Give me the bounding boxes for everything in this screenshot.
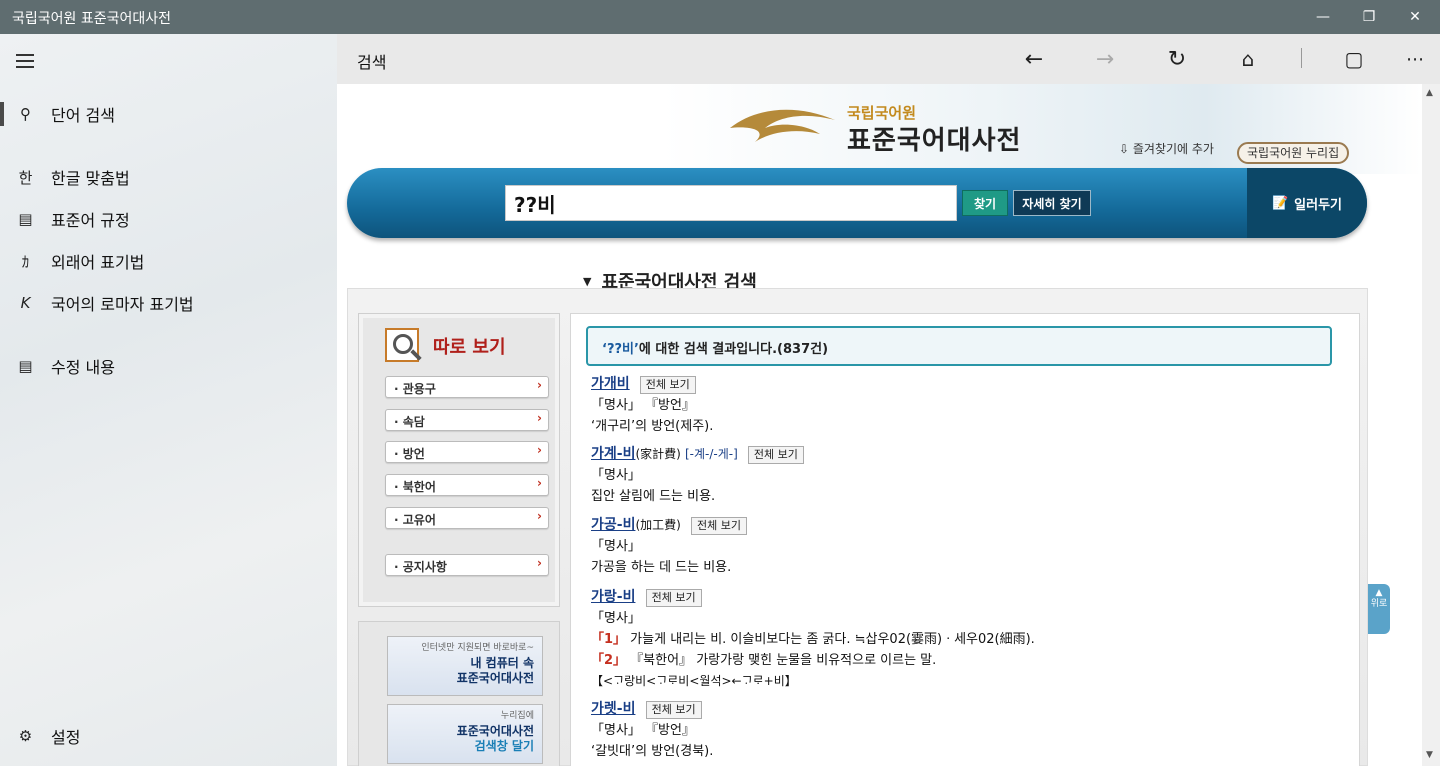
home-icon[interactable]: ⌂ xyxy=(1230,44,1266,74)
headword-link[interactable]: 가렛-비 xyxy=(591,701,635,717)
separator xyxy=(1301,48,1302,68)
web-content: 국립국어원 표준국어대사전 ⇩ 즐겨찾기에 추가 국립국어원 누리집 찾기 자세… xyxy=(337,84,1422,766)
scroll-down-icon[interactable]: ▼ xyxy=(1426,750,1433,760)
side-item-north-korean[interactable]: · 북한어 xyxy=(385,474,549,496)
sidebar-item-loanword[interactable]: ｶ 외래어 표기법 xyxy=(0,241,337,281)
sidebar-item-label: 한글 맞춤법 xyxy=(51,169,130,188)
logo-swirl-icon xyxy=(730,109,835,142)
full-view-button[interactable]: 전체 보기 xyxy=(645,589,702,607)
full-view-button[interactable]: 전체 보기 xyxy=(645,701,702,719)
magnifier-document-icon xyxy=(383,326,427,366)
hangul-icon: 한 xyxy=(18,168,33,187)
full-view-button[interactable]: 전체 보기 xyxy=(690,517,747,535)
offline-dictionary-banner[interactable]: 인터넷만 지원되면 바로바로~ 내 컴퓨터 속 표준국어대사전 xyxy=(387,636,543,696)
side-item-notice[interactable]: · 공지사항 xyxy=(385,554,549,576)
banner-panel: 인터넷만 지원되면 바로바로~ 내 컴퓨터 속 표준국어대사전 누리집에 표준국… xyxy=(358,621,560,766)
page-title: 검색 xyxy=(357,53,387,72)
book-icon: ▤ xyxy=(18,210,33,228)
sidebar-item-label: 표준어 규정 xyxy=(51,211,130,230)
results-panel: ‘??비’에 대한 검색 결과입니다.(837건) 가개비 전체 보기 「명사」… xyxy=(570,313,1360,766)
guide-button[interactable]: 📝 일러두기 xyxy=(1247,168,1367,238)
katakana-icon: ｶ xyxy=(21,252,30,271)
back-to-top-button[interactable]: ▲ 위로 xyxy=(1368,584,1390,634)
sidebar-item-hangul-spelling[interactable]: 한 한글 맞춤법 xyxy=(0,157,337,197)
results-summary: ‘??비’에 대한 검색 결과입니다.(837건) xyxy=(586,326,1332,366)
sidebar-item-label: 단어 검색 xyxy=(51,106,115,125)
site-header: 국립국어원 표준국어대사전 ⇩ 즐겨찾기에 추가 국립국어원 누리집 xyxy=(337,84,1422,174)
scroll-up-icon[interactable]: ▲ xyxy=(1426,88,1433,98)
minimize-button[interactable]: — xyxy=(1300,0,1346,34)
restore-button[interactable]: ❐ xyxy=(1346,0,1392,34)
sidebar-item-word-search[interactable]: ⚲ 단어 검색 xyxy=(0,94,337,134)
edit-doc-icon: ▤ xyxy=(18,357,33,375)
result-entry: 가공-비(加工費) 전체 보기 「명사」 가공을 하는 데 드는 비용. xyxy=(591,515,747,578)
result-entry: 가렛-비 전체 보기 「명사」 『방언』 ‘갈빗대’의 방언(경북). xyxy=(591,701,714,759)
close-button[interactable]: ✕ xyxy=(1392,0,1438,34)
search-bar: 찾기 자세히 찾기 📝 일러두기 xyxy=(347,168,1367,238)
advanced-search-button[interactable]: 자세히 찾기 xyxy=(1013,190,1091,216)
tab-view-icon[interactable]: ▢ xyxy=(1336,44,1372,74)
sidebar-item-revisions[interactable]: ▤ 수정 내용 xyxy=(0,346,337,386)
roman-k-icon: K xyxy=(20,294,31,312)
side-item-dialect[interactable]: · 방언 xyxy=(385,441,549,463)
side-item-idiom[interactable]: · 관용구 xyxy=(385,376,549,398)
headword-link[interactable]: 가계-비 xyxy=(591,446,635,462)
side-view-header: 따로 보기 xyxy=(383,326,506,366)
sidebar-item-label: 설정 xyxy=(51,728,81,747)
result-entry: 가개비 전체 보기 「명사」 『방언』 ‘개구리’의 방언(제주). xyxy=(591,376,714,434)
app-sidebar: ⚲ 단어 검색 한 한글 맞춤법 ▤ 표준어 규정 ｶ 외래어 표기법 K 국어… xyxy=(0,34,337,766)
chevron-up-icon: ▲ xyxy=(1375,588,1383,598)
forward-arrow-icon[interactable]: → xyxy=(1087,44,1123,74)
note-icon: 📝 xyxy=(1271,195,1289,211)
vertical-scrollbar[interactable]: ▲ ▼ xyxy=(1422,84,1440,766)
full-view-button[interactable]: 전체 보기 xyxy=(747,446,804,464)
side-item-proverb[interactable]: · 속담 xyxy=(385,409,549,431)
sidebar-item-label: 수정 내용 xyxy=(51,358,115,377)
search-icon: ⚲ xyxy=(20,105,31,123)
command-bar: 검색 ← → ↻ ⌂ ▢ ⋯ xyxy=(337,34,1440,84)
result-entry: 가랑-비 전체 보기 「명사」 「1」 가늘게 내리는 비. 이슬비보다는 좀 … xyxy=(591,589,1035,688)
side-view-panel: 따로 보기 · 관용구 · 속담 · 방언 · 북한어 · 고유어 · 공지사항 xyxy=(358,313,560,607)
sidebar-item-label: 외래어 표기법 xyxy=(51,253,145,272)
back-arrow-icon[interactable]: ← xyxy=(1016,44,1052,74)
sidebar-item-standard-rules[interactable]: ▤ 표준어 규정 xyxy=(0,199,337,239)
triangle-down-icon: ▼ xyxy=(583,275,592,288)
sidebar-item-label: 국어의 로마자 표기법 xyxy=(51,295,194,314)
sidebar-item-settings[interactable]: ⚙ 설정 xyxy=(0,716,337,756)
side-item-native-word[interactable]: · 고유어 xyxy=(385,507,549,529)
find-button[interactable]: 찾기 xyxy=(962,190,1008,216)
more-options-icon[interactable]: ⋯ xyxy=(1397,44,1433,74)
result-entry: 가계-비(家計費) [-계-/-게-] 전체 보기 「명사」 집안 살림에 드는… xyxy=(591,444,804,507)
refresh-icon[interactable]: ↻ xyxy=(1159,44,1195,74)
hamburger-menu-icon[interactable] xyxy=(16,54,34,68)
nuri-link[interactable]: 국립국어원 누리집 xyxy=(1237,142,1350,164)
gear-icon: ⚙ xyxy=(18,727,33,745)
logo-title: 표준국어대사전 xyxy=(847,126,1022,156)
window-titlebar: 국립국어원 표준국어대사전 — ❐ ✕ xyxy=(0,0,1440,34)
content-frame: 따로 보기 · 관용구 · 속담 · 방언 · 북한어 · 고유어 · 공지사항… xyxy=(347,288,1368,766)
sidebar-item-romanization[interactable]: K 국어의 로마자 표기법 xyxy=(0,283,337,323)
search-widget-banner[interactable]: 누리집에 표준국어대사전 검색창 달기 xyxy=(387,704,543,764)
full-view-button[interactable]: 전체 보기 xyxy=(639,376,696,394)
window-title: 국립국어원 표준국어대사전 xyxy=(12,11,172,27)
headword-link[interactable]: 가공-비 xyxy=(591,517,635,533)
headword-link[interactable]: 가개비 xyxy=(591,376,630,392)
headword-link[interactable]: 가랑-비 xyxy=(591,589,635,605)
search-input[interactable] xyxy=(505,185,957,221)
add-bookmark-link[interactable]: ⇩ 즐겨찾기에 추가 xyxy=(1119,140,1214,157)
